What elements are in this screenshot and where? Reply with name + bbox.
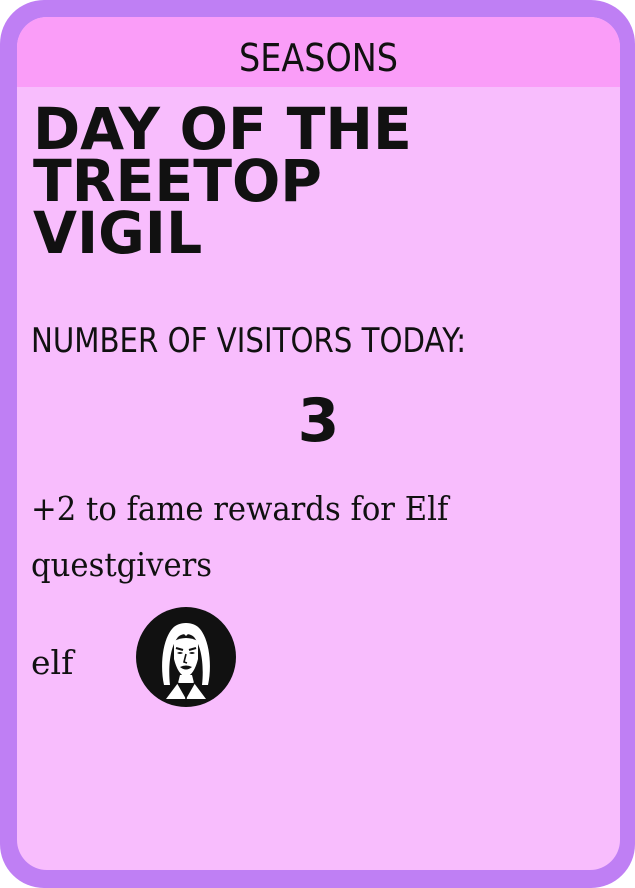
effect-text: +2 to fame rewards for Elf questgivers	[31, 489, 449, 584]
elf-face-icon	[136, 607, 236, 707]
visitors-label: NUMBER OF VISITORS TODAY:	[31, 321, 467, 361]
card-face: SEASONS DAY OF THE TREETOP VIGIL NUMBER …	[17, 17, 620, 870]
race-tag-label: elf	[31, 643, 74, 682]
season-card: SEASONS DAY OF THE TREETOP VIGIL NUMBER …	[0, 0, 635, 888]
card-category-title: SEASONS	[238, 36, 399, 80]
visitors-count: 3	[297, 386, 340, 456]
card-title: DAY OF THE TREETOP VIGIL	[33, 95, 412, 267]
card-header: SEASONS	[17, 17, 620, 87]
